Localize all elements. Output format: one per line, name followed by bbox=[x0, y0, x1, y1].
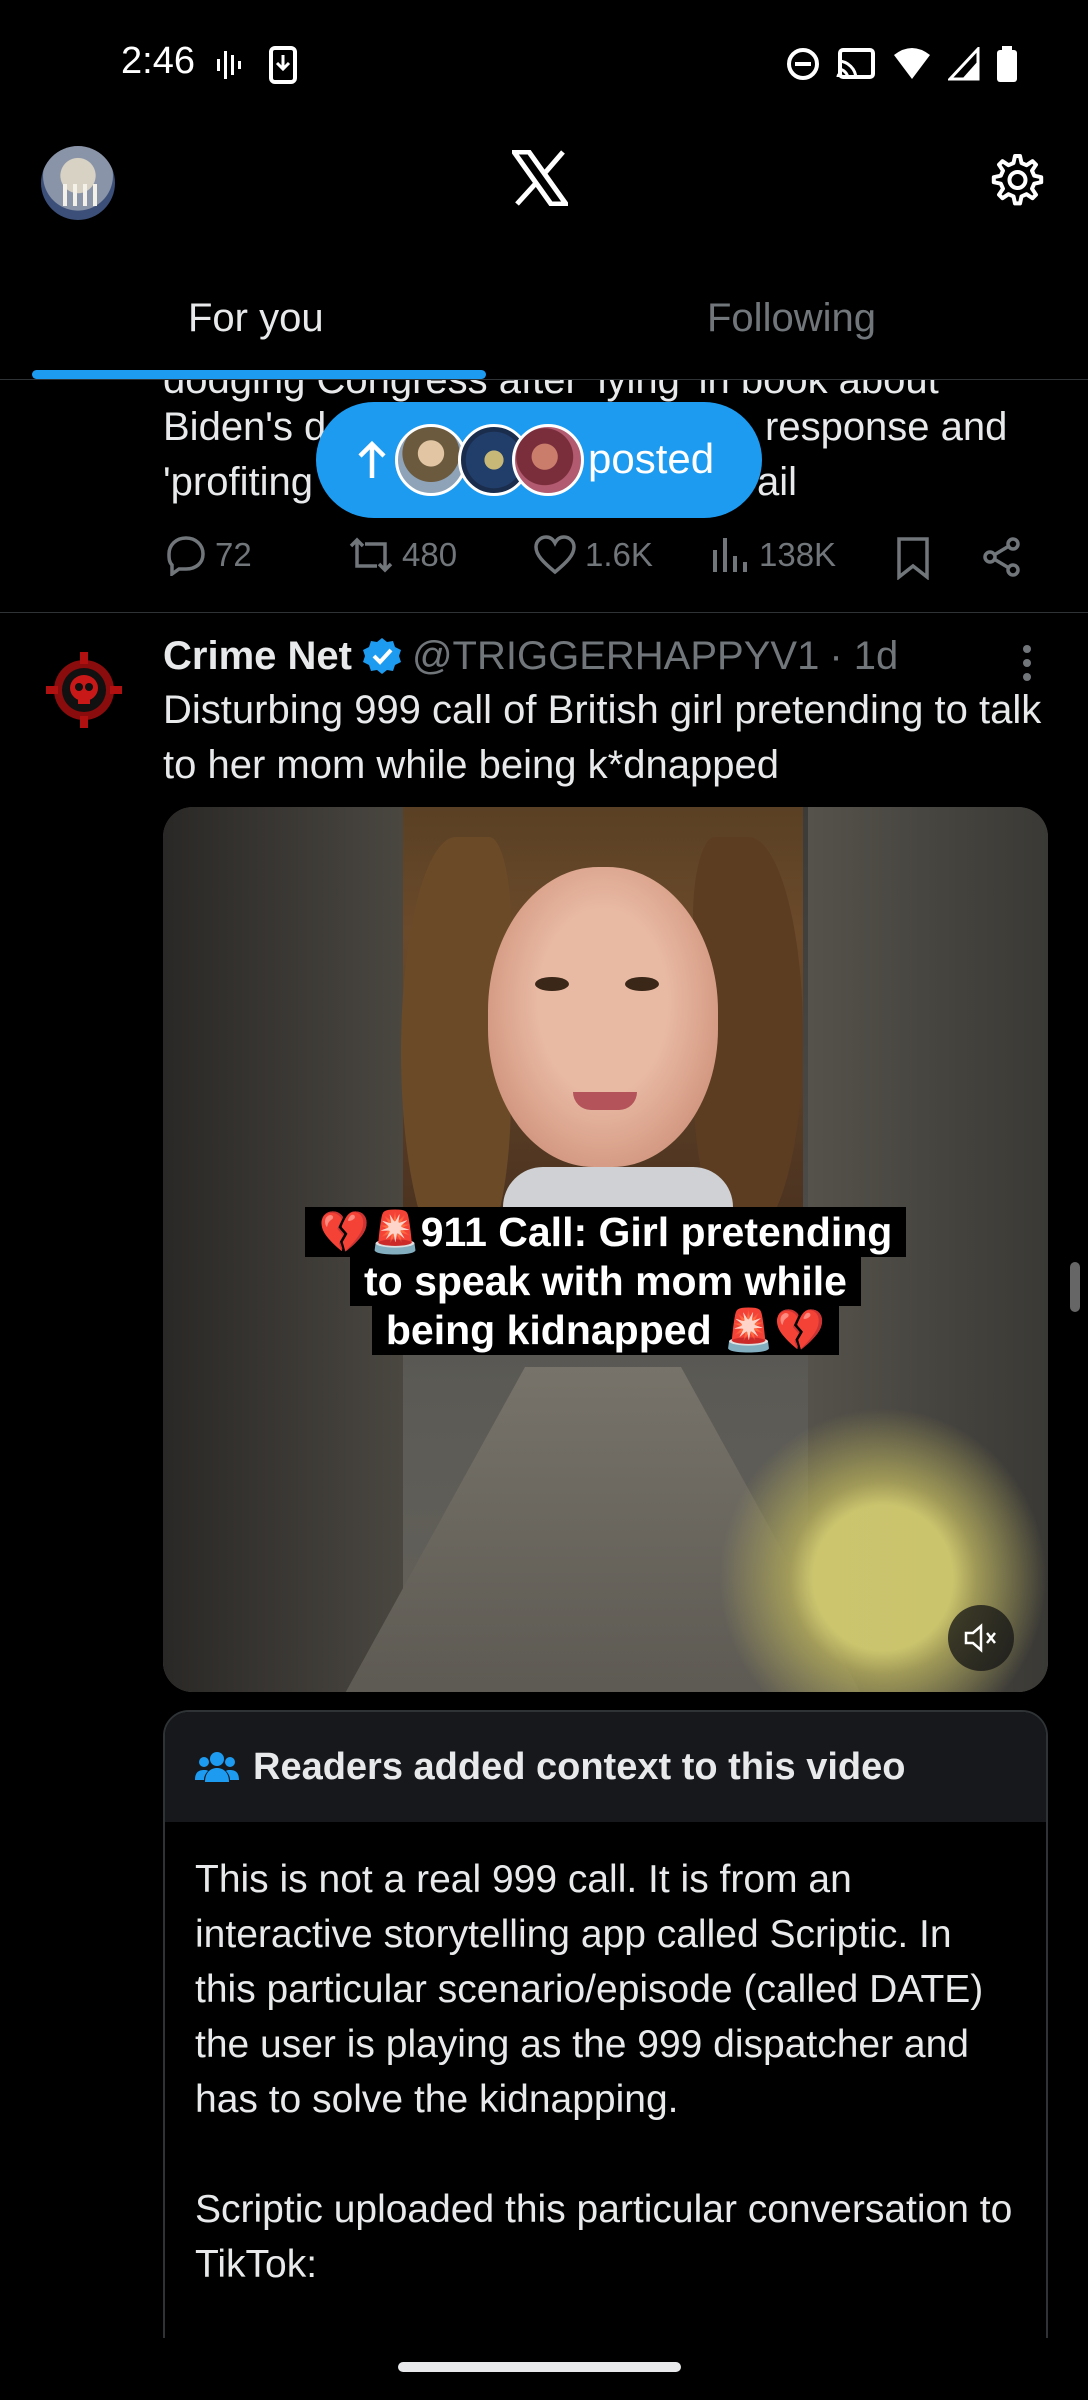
previous-tweet-line-3-left: 'profiting bbox=[163, 460, 313, 504]
tweet-divider bbox=[0, 612, 1088, 613]
community-note-header: Readers added context to this video bbox=[165, 1712, 1046, 1822]
people-icon bbox=[195, 1752, 239, 1782]
profile-avatar[interactable] bbox=[41, 146, 115, 220]
previous-tweet-actions: 72 480 1.6K 138K bbox=[163, 534, 1033, 584]
avatar-column bbox=[83, 184, 87, 206]
previous-tweet-line-2-left: Biden's d bbox=[163, 405, 327, 449]
heart-icon bbox=[534, 535, 576, 575]
video-mouth bbox=[573, 1092, 637, 1110]
repost-count: 480 bbox=[402, 536, 458, 573]
tweet-video[interactable]: 💔🚨911 Call: Girl pretending to speak wit… bbox=[163, 807, 1048, 1692]
arrow-up-icon bbox=[358, 440, 386, 478]
community-note-paragraph: Scriptic uploaded this particular conver… bbox=[195, 2188, 1013, 2286]
gear-icon[interactable] bbox=[985, 150, 1045, 210]
tweet-author-name[interactable]: Crime Net bbox=[163, 634, 352, 679]
new-posts-label: posted bbox=[588, 435, 715, 482]
community-note-body: This is not a real 999 call. It is from … bbox=[165, 1822, 1046, 2292]
avatar-column bbox=[73, 184, 77, 206]
x-logo-icon[interactable] bbox=[512, 150, 568, 206]
video-eye bbox=[535, 977, 569, 991]
scrollbar-thumb[interactable] bbox=[1070, 1262, 1080, 1312]
volume-muted-icon bbox=[964, 1623, 996, 1653]
tweet-author-handle[interactable]: @TRIGGERHAPPYV1 bbox=[412, 634, 819, 679]
poster-avatar bbox=[395, 424, 467, 496]
like-count: 1.6K bbox=[585, 536, 653, 573]
cast-icon bbox=[836, 48, 875, 80]
reply-icon bbox=[167, 536, 205, 576]
video-face bbox=[488, 867, 718, 1167]
community-note[interactable]: Readers added context to this video This… bbox=[163, 1710, 1048, 2400]
signal-icon bbox=[948, 47, 980, 81]
wifi-icon bbox=[894, 48, 930, 79]
views-icon bbox=[713, 538, 747, 572]
download-icon bbox=[269, 46, 297, 84]
crime-net-avatar[interactable] bbox=[42, 648, 126, 732]
share-icon[interactable] bbox=[981, 536, 1023, 578]
video-eye bbox=[625, 977, 659, 991]
previous-tweet-line-2-right: response and bbox=[765, 405, 1008, 449]
repost-icon bbox=[349, 537, 393, 573]
tweet-header: Crime Net @TRIGGERHAPPYV1 · 1d bbox=[163, 628, 898, 684]
video-caption-line: to speak with mom while bbox=[350, 1256, 861, 1306]
tweet-text: Disturbing 999 call of British girl pret… bbox=[163, 688, 1042, 787]
home-indicator[interactable] bbox=[398, 2362, 681, 2372]
community-note-title: Readers added context to this video bbox=[253, 1745, 906, 1788]
status-bar: 2:46 bbox=[0, 0, 1088, 134]
poster-avatar bbox=[512, 424, 584, 496]
status-time: 2:46 bbox=[121, 40, 195, 82]
views-button[interactable]: 138K bbox=[711, 534, 836, 576]
video-caption: 💔🚨911 Call: Girl pretending to speak wit… bbox=[163, 1207, 1048, 1355]
tweet-time: · 1d bbox=[829, 633, 899, 678]
audio-wave-icon bbox=[217, 51, 241, 79]
video-caption-line: being kidnapped 🚨💔 bbox=[371, 1305, 840, 1355]
new-posts-pill[interactable]: posted bbox=[316, 402, 762, 518]
repost-button[interactable]: 480 bbox=[348, 534, 457, 576]
avatar-column bbox=[63, 184, 67, 206]
more-options-icon[interactable] bbox=[1020, 643, 1034, 683]
active-tab-indicator bbox=[32, 370, 486, 379]
verified-badge-icon bbox=[362, 638, 401, 674]
status-icons bbox=[786, 46, 1018, 82]
reply-button[interactable]: 72 bbox=[165, 534, 252, 576]
mute-button[interactable] bbox=[948, 1605, 1014, 1671]
like-button[interactable]: 1.6K bbox=[533, 534, 653, 576]
previous-tweet-line-3-right: ail bbox=[757, 460, 798, 504]
dnd-icon bbox=[787, 48, 819, 80]
battery-icon bbox=[997, 46, 1017, 82]
avatar-column bbox=[93, 184, 97, 206]
community-note-paragraph: This is not a real 999 call. It is from … bbox=[195, 1858, 984, 2121]
tab-for-you[interactable]: For you bbox=[188, 296, 324, 341]
bookmark-icon[interactable] bbox=[894, 536, 932, 580]
video-caption-line: 💔🚨911 Call: Girl pretending bbox=[304, 1207, 907, 1257]
view-count: 138K bbox=[759, 536, 837, 573]
reply-count: 72 bbox=[215, 536, 252, 573]
timeline-tabs: For you Following bbox=[0, 270, 1088, 380]
tab-following[interactable]: Following bbox=[707, 296, 876, 341]
